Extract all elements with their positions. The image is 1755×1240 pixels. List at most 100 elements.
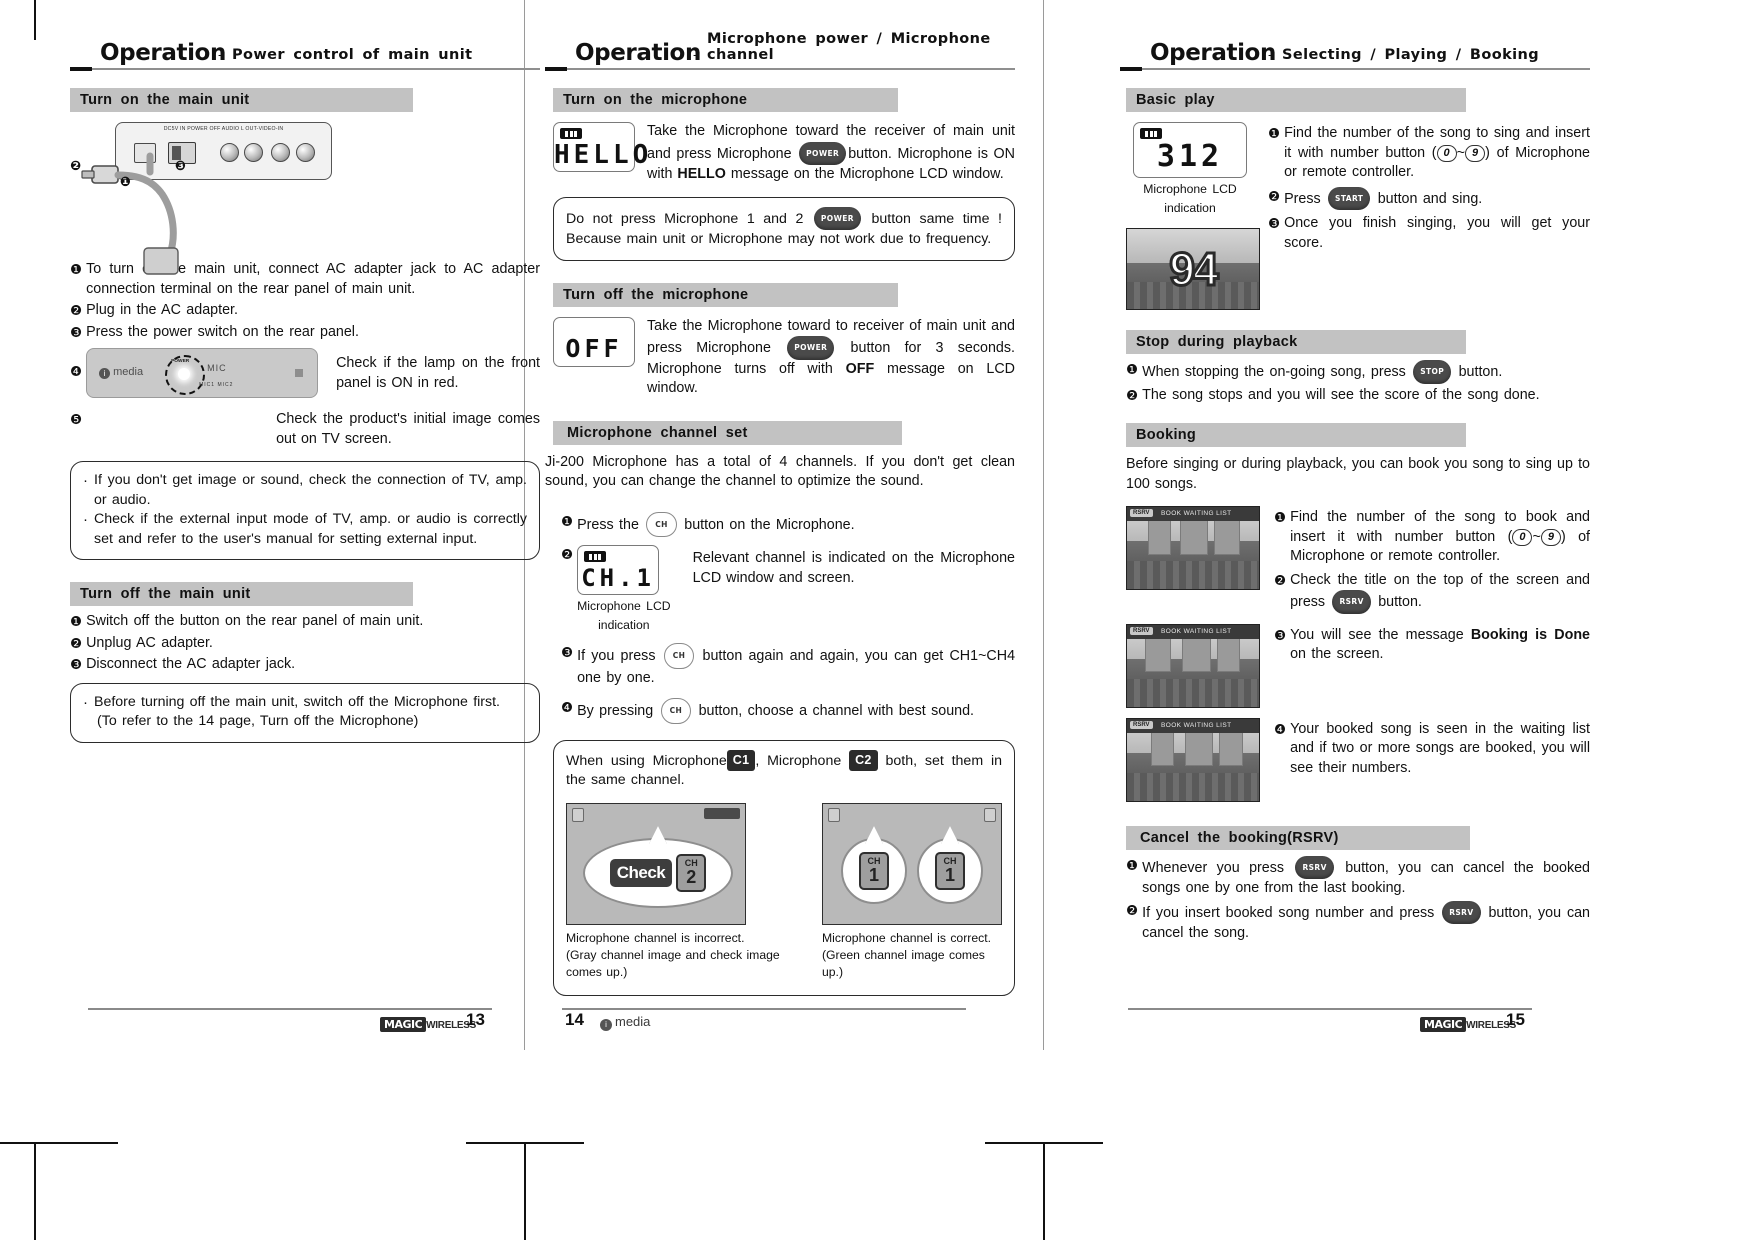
page-13-footer-logo: MAGIC WIRELESS [380, 1015, 476, 1033]
video-overlay-bar: RSRV BOOK WAITING LIST [1127, 624, 1259, 639]
ch-button-icon: CH [660, 698, 692, 724]
section-turn-on-microphone: Turn on the microphone [553, 88, 898, 112]
cancel-step-2-text: If you insert booked song number and pre… [1142, 900, 1590, 944]
booking-step-4-number: ❹ [1274, 721, 1287, 737]
step-off-2: ❷ Unplug AC adapter. [70, 634, 540, 654]
page-15-footer-logo: MAGIC WIRELESS [1420, 1015, 1516, 1033]
screen-correct-channel: CH 1 CH 1 [822, 802, 1002, 925]
section-turn-on-main-unit: Turn on the main unit [70, 88, 413, 112]
photo-foliage [1127, 772, 1259, 801]
booking-step-3-number: ❸ [1274, 627, 1287, 643]
basic-step-2-b: button and sing. [1377, 190, 1483, 207]
crop-mark-bottom-right-v [1043, 1144, 1045, 1240]
ch-tile-1b: CH 1 [935, 851, 965, 890]
ch-step-3-text-a: If you press [577, 648, 656, 664]
battery-icon [560, 128, 582, 139]
ac-adapter-wire [81, 152, 179, 275]
key-9-icon: 9 [1540, 528, 1561, 546]
cancel-step-2: ❷ If you insert booked song number and p… [1126, 900, 1590, 944]
page-15-running-head: Operation - Selecting / Playing / Bookin… [1120, 36, 1590, 71]
booking-step-3: ❸ You will see the message Booking is Do… [1274, 626, 1590, 665]
rsrv-tag: RSRV [1130, 720, 1153, 729]
note-off-item-2-text: (To refer to the 14 page, Turn off the M… [97, 713, 419, 729]
video-title: BOOK WAITING LIST [1161, 510, 1232, 517]
cmp-intro-b: , Microphone [755, 752, 842, 769]
score-value: 94 [1168, 242, 1220, 297]
page-14-title: Operation [575, 40, 701, 66]
power-button-icon: POWER [799, 141, 847, 165]
lcd-channel-caption-2: indication [598, 618, 650, 632]
basic-step-2-text: Press START button and sing. [1284, 186, 1590, 210]
ch-step-1-text: Press the CH button on the Microphone. [577, 511, 1015, 537]
mic-off-paragraph: Take the Microphone toward to receiver o… [647, 317, 1015, 399]
step-off-2-number: ❷ [70, 635, 83, 651]
page-14-head-tick [545, 67, 567, 71]
cmp-intro-a: When using Microphone [566, 752, 727, 769]
page-13: Operation - Power control of main unit T… [70, 0, 540, 1240]
note-mic-text-a: Do not press Microphone 1 and 2 [566, 210, 804, 227]
booking-step-2: ❷ Check the title on the top of the scre… [1274, 571, 1590, 614]
ch-tile-1a-number: 1 [868, 865, 879, 885]
basic-step-2: ❷ Press START button and sing. [1268, 186, 1590, 210]
rsrv-tag: RSRV [1130, 626, 1153, 635]
channel-compare-incorrect: Check CH 2 Microphone channel is incorre… [566, 802, 804, 981]
step-off-3-number: ❸ [70, 657, 83, 672]
ch-step-2-number: ❷ [561, 547, 574, 562]
note-bullet-icon: · [83, 511, 88, 528]
key-9-icon: 9 [1465, 144, 1486, 162]
mic-off-bold: OFF [845, 360, 875, 377]
manual-spread: Operation - Power control of main unit T… [0, 0, 1755, 1240]
step-on-2-number: ❷ [70, 303, 83, 318]
ch-tile-1b-number: 1 [944, 865, 955, 885]
section-cancel-booking: Cancel the booking(RSRV) [1126, 825, 1470, 850]
note-on-item-1: · If you don't get image or sound, check… [83, 471, 527, 510]
booking-intro-text: Before singing or during playback, you c… [1126, 456, 1590, 492]
note-box-channel-compare: When using Microphone C1, Microphone C2 b… [553, 739, 1015, 996]
basic-step-3-number: ❸ [1268, 216, 1281, 231]
screen-icon-right [704, 807, 740, 819]
mic-on-block: HELLO Take the Microphone toward the rec… [553, 122, 1015, 185]
booking-step-1-tilde: ~ [1532, 528, 1541, 545]
note-bullet-icon: · [83, 472, 88, 489]
video-overlay-bar: RSRV BOOK WAITING LIST [1127, 718, 1259, 733]
cancel-step-2-number: ❷ [1126, 902, 1139, 918]
page-13-number: 13 [466, 1010, 485, 1029]
battery-icon [1140, 128, 1162, 139]
ch-step-4-text-b: button, choose a channel with best sound… [698, 703, 975, 719]
stop-step-1-text: When stopping the on-going song, press S… [1142, 360, 1590, 384]
power-lamp-icon [178, 368, 191, 380]
key-0-icon: 0 [1512, 528, 1533, 546]
ch-tile-2-number: 2 [686, 867, 697, 887]
step-on-5: ❺ Check the product's initial image come… [70, 410, 540, 449]
page-14-footer-brand: media [615, 1014, 651, 1029]
front-panel-mic-label: MIC [207, 363, 227, 373]
section-stop-during-playback: Stop during playback [1126, 330, 1466, 354]
note-on-item-1-text: If you don't get image or sound, check t… [94, 472, 527, 508]
basic-step-1: ❶ Find the number of the song to sing an… [1268, 124, 1590, 183]
mic-off-block: OFF Take the Microphone toward to receiv… [553, 316, 1015, 399]
callout-3: ❸ [175, 158, 187, 173]
step-on-5-text: Check the product's initial image comes … [276, 411, 540, 447]
ch-step-2-text: Relevant channel is indicated on the Mic… [692, 550, 1015, 586]
page-13-title: Operation [100, 40, 226, 66]
ch-step-1: ❶ Press the CH button on the Microphone. [561, 511, 1015, 537]
video-title: BOOK WAITING LIST [1161, 721, 1232, 729]
photo-building [1148, 519, 1172, 555]
power-button-icon: POWER [787, 336, 835, 360]
ch-button-icon: CH [646, 511, 677, 537]
booking-step-4: ❹ Your booked song is seen in the waitin… [1274, 720, 1590, 779]
cmp-left-caption-1: Microphone channel is incorrect. [566, 930, 745, 945]
step-on-3: ❸ Press the power switch on the rear pan… [70, 323, 540, 343]
booking-step-1: ❶ Find the number of the song to book an… [1274, 508, 1590, 567]
cancel-step-1-a: Whenever you press [1142, 859, 1285, 876]
battery-icon [584, 551, 607, 562]
booking-block-2: RSRV BOOK WAITING LIST ❸ You will see th… [1126, 623, 1590, 708]
step-on-2-text: Plug in the AC adapter. [86, 302, 238, 318]
rsrv-button-icon: RSRV [1332, 590, 1371, 614]
front-panel-brand: i media [99, 366, 143, 379]
start-button-icon: START [1328, 186, 1371, 210]
photo-foliage [1127, 678, 1259, 707]
page-14-head-rule [545, 68, 1015, 70]
cancel-step-1: ❶ Whenever you press RSRV button, you ca… [1126, 855, 1590, 899]
c2-tag: C2 [849, 749, 878, 771]
